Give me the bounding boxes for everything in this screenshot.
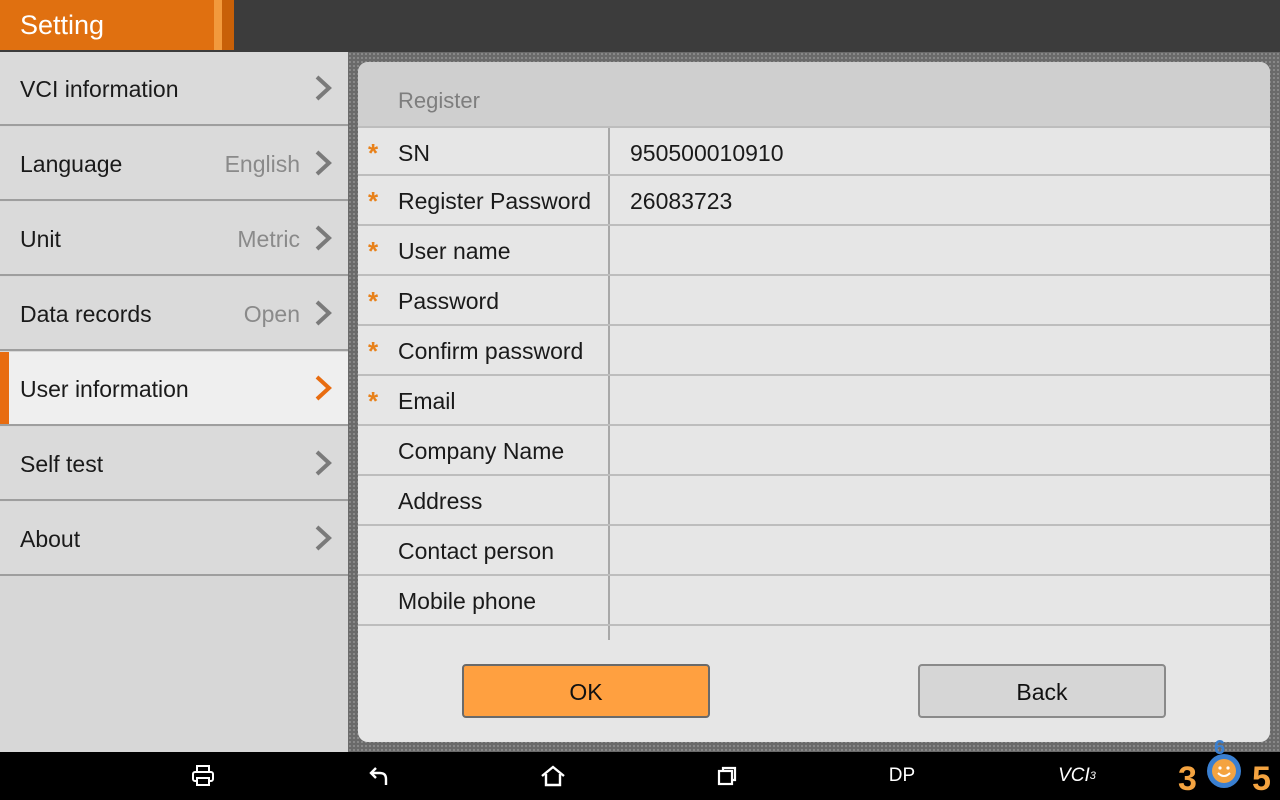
sidebar-item-value: Metric [237,226,300,252]
printer-icon[interactable] [186,758,220,794]
register-password-field[interactable]: 26083723 [630,188,732,215]
column-divider [608,526,610,574]
column-divider [608,576,610,624]
sidebar-item-label: VCI information [20,76,179,102]
form-row-address[interactable]: Address [358,476,1270,526]
title-bar: Setting [0,0,1280,52]
form-row-register-password[interactable]: * Register Password 26083723 [358,176,1270,226]
required-star-icon: * [368,138,379,168]
form-row-confirm-password[interactable]: * Confirm password [358,326,1270,376]
form-row-partial [358,626,1270,640]
sidebar-item-vci-information[interactable]: VCI information [0,52,348,126]
form-row-mobile-phone[interactable]: Mobile phone [358,576,1270,626]
sidebar-item-user-information[interactable]: User information [0,352,348,426]
back-button[interactable]: Back [918,664,1166,718]
sidebar: VCI information Language English Unit Me… [0,52,348,752]
field-label: User name [398,238,511,264]
required-star-icon: * [368,236,379,266]
active-indicator [0,352,9,424]
panel-title: Register [398,88,480,113]
field-label: Contact person [398,538,554,564]
back-arrow-icon[interactable] [362,758,396,794]
required-star-icon: * [368,186,379,216]
title-tab-stripe-dark [222,0,234,50]
form-row-contact-person[interactable]: Contact person [358,526,1270,576]
sn-field[interactable]: 950500010910 [630,140,784,167]
form-row-sn[interactable]: * SN 950500010910 [358,126,1270,176]
field-label: Address [398,488,483,514]
form-row-user-name[interactable]: * User name [358,226,1270,276]
home-icon[interactable] [536,758,570,794]
system-nav-bar: DP VCI 3 [0,752,1280,800]
register-panel: Register * SN 950500010910 * Register Pa… [358,62,1270,742]
chevron-right-icon [315,150,332,176]
watermark-logo: 3 6 5 [1178,740,1271,798]
chevron-right-icon [315,525,332,551]
sidebar-item-data-records[interactable]: Data records Open [0,277,348,351]
vci-superscript: 3 [1089,770,1096,782]
sidebar-item-language[interactable]: Language English [0,127,348,201]
column-divider [608,376,610,424]
vci-label: VCI [1058,765,1090,786]
field-label: SN [398,140,430,166]
ok-button[interactable]: OK [462,664,710,718]
required-star-icon: * [368,336,379,366]
chevron-right-icon [315,300,332,326]
sidebar-item-label: Unit [20,226,61,252]
required-star-icon: * [368,386,379,416]
chevron-right-icon [315,225,332,251]
form-row-company-name[interactable]: Company Name [358,426,1270,476]
field-label: Register Password [398,188,592,214]
sidebar-item-label: About [20,526,81,552]
field-label: Email [398,388,456,414]
sidebar-item-label: Language [20,151,123,177]
page-title: Setting [20,10,105,40]
sidebar-item-label: Data records [20,301,152,327]
sidebar-item-unit[interactable]: Unit Metric [0,202,348,276]
column-divider [608,226,610,274]
chevron-right-icon [315,75,332,101]
sidebar-item-self-test[interactable]: Self test [0,427,348,501]
field-label: Password [398,288,499,314]
logo-digit-3: 3 [1178,760,1197,798]
dp-button[interactable]: DP [880,758,924,794]
column-divider [608,476,610,524]
chevron-right-icon [315,375,332,401]
title-tab-stripe [214,0,222,50]
logo-digit-6: 6 [1214,740,1225,759]
column-divider [608,626,610,640]
sidebar-item-value: Open [243,301,300,327]
panel-header: Register [358,62,1270,126]
sidebar-item-label: User information [20,376,189,402]
column-divider [608,176,610,224]
field-label: Mobile phone [398,588,537,614]
form-row-email[interactable]: * Email [358,376,1270,426]
chevron-right-icon [315,450,332,476]
register-form[interactable]: * SN 950500010910 * Register Password 26… [358,126,1270,640]
required-star-icon: * [368,286,379,316]
column-divider [608,426,610,474]
sidebar-item-value: English [224,151,300,177]
sidebar-item-about[interactable]: About [0,502,348,576]
column-divider [608,326,610,374]
recent-apps-icon[interactable] [710,758,744,794]
form-row-password[interactable]: * Password [358,276,1270,326]
field-label: Confirm password [398,338,584,364]
logo-digit-5: 5 [1252,760,1271,798]
vci-status-button[interactable]: VCI 3 [1052,758,1102,794]
column-divider [608,128,610,174]
column-divider [608,276,610,324]
field-label: Company Name [398,438,565,464]
sidebar-item-label: Self test [20,451,104,477]
